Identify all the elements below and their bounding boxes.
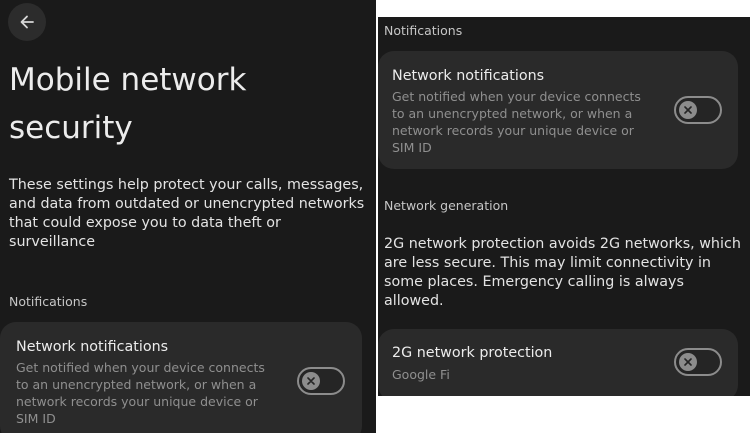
2g-network-protection-toggle[interactable] (674, 348, 722, 376)
left-screen: Mobile network security These settings h… (0, 0, 376, 433)
network-notifications-setting[interactable]: Network notifications Get notified when … (0, 322, 362, 433)
network-notifications-title: Network notifications (392, 68, 545, 84)
page-description: These settings help protect your calls, … (9, 177, 365, 250)
network-notifications-subtitle: Get notified when your device connects t… (16, 360, 265, 426)
close-icon (684, 106, 692, 114)
network-notifications-title: Network notifications (16, 339, 169, 355)
close-icon (684, 358, 692, 366)
toggle-knob (302, 372, 320, 390)
back-button[interactable] (8, 3, 46, 41)
network-notifications-setting[interactable]: Network notifications Get notified when … (378, 51, 738, 169)
notifications-section-header: Notifications (9, 294, 88, 309)
2g-network-protection-title: 2G network protection (392, 345, 553, 361)
close-icon (307, 377, 315, 385)
network-notifications-toggle[interactable] (674, 96, 722, 124)
arrow-left-icon (20, 15, 34, 29)
toggle-knob (679, 101, 697, 119)
network-generation-section-header: Network generation (384, 198, 509, 213)
2g-network-protection-setting[interactable]: 2G network protection Google Fi (378, 329, 738, 396)
network-notifications-toggle[interactable] (297, 367, 345, 395)
2g-protection-description: 2G network protection avoids 2G networks… (384, 236, 741, 309)
page-title: Mobile network security (9, 62, 247, 146)
notifications-section-header: Notifications (384, 23, 463, 38)
network-notifications-subtitle: Get notified when your device connects t… (392, 89, 641, 155)
toggle-knob (679, 353, 697, 371)
2g-network-protection-subtitle: Google Fi (392, 367, 450, 382)
right-screen: Notifications Network notifications Get … (378, 17, 750, 396)
